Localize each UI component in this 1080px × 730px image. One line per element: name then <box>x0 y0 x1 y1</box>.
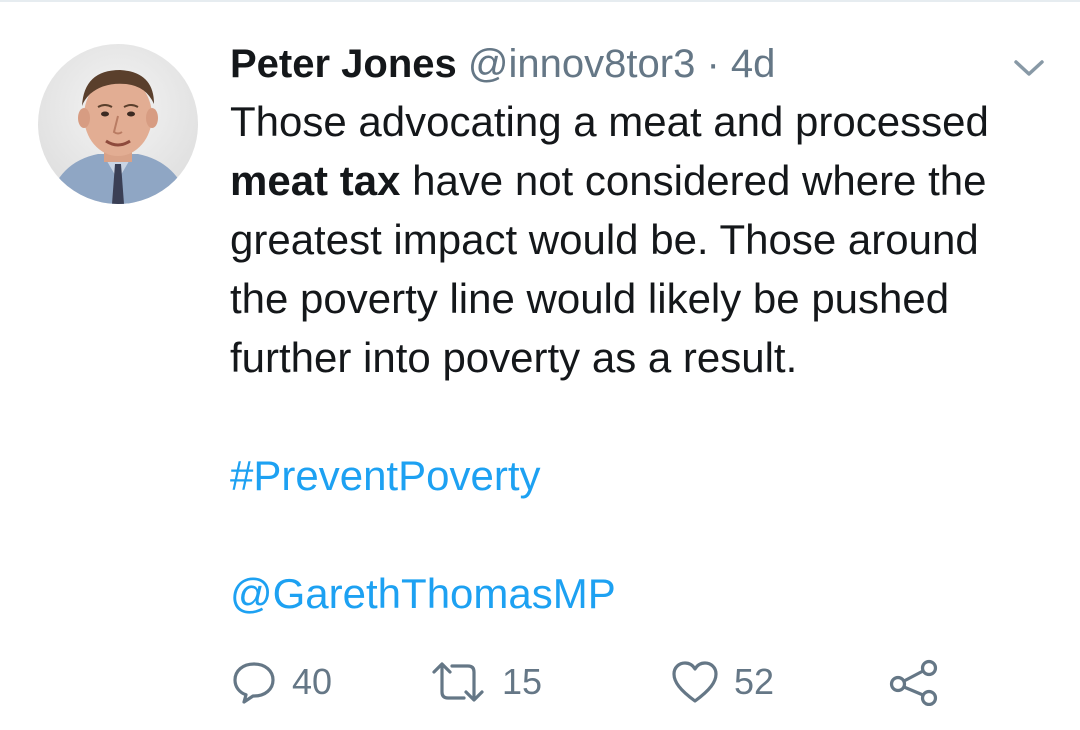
tweet-body-line: meat tax have not considered where the <box>230 151 1060 210</box>
tweet-body-line: greatest impact would be. Those around <box>230 216 979 263</box>
share-button[interactable] <box>888 652 940 712</box>
heart-icon <box>672 661 718 703</box>
chevron-down-icon[interactable] <box>1012 56 1046 80</box>
bold-phrase: meat tax <box>230 157 401 204</box>
mention-link[interactable]: @GarethThomasMP <box>230 566 616 622</box>
tweet-header: Peter Jones @innov8tor3 · 4d <box>230 36 1050 92</box>
tweet-actions: 40 15 52 <box>230 652 1050 712</box>
retweet-count: 15 <box>502 661 543 702</box>
retweet-icon <box>432 662 484 702</box>
tweet-body-line: Those advocating a meat and processed <box>230 98 989 145</box>
tweet-body-line: the poverty line would likely be pushed <box>230 275 950 322</box>
tweet-body: Those advocating a meat and processed me… <box>230 92 1060 387</box>
reply-count: 40 <box>292 661 333 702</box>
retweet-button[interactable]: 15 <box>428 652 542 712</box>
reply-button[interactable]: 40 <box>230 652 332 712</box>
avatar[interactable] <box>38 44 198 204</box>
author-name[interactable]: Peter Jones <box>230 42 457 86</box>
hashtag-link[interactable]: #PreventPoverty <box>230 448 541 504</box>
like-count: 52 <box>734 661 775 702</box>
top-divider <box>0 0 1080 2</box>
share-icon <box>889 659 938 706</box>
meta-separator: · <box>706 42 720 86</box>
reply-icon <box>233 662 275 704</box>
tweet-body-line: further into poverty as a result. <box>230 334 798 381</box>
like-button[interactable]: 52 <box>670 652 774 712</box>
author-handle[interactable]: @innov8tor3 <box>468 42 695 86</box>
tweet-body-fragment: have not considered where the <box>400 157 987 204</box>
tweet-age[interactable]: 4d <box>731 42 776 86</box>
